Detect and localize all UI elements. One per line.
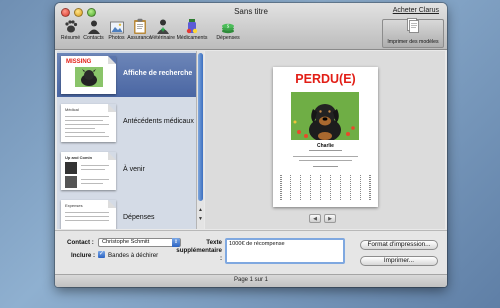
buy-link[interactable]: Acheter Clarus [393,7,439,14]
contact-select[interactable]: Christophe Schmitt ⇕ [98,238,181,247]
contacts-icon [87,17,101,34]
tear-strips-label: Bandes à déchirer [108,252,159,259]
previous-page-icon[interactable]: ◀ [309,214,321,223]
template-list-scrollbar[interactable]: ▲ ▼ [196,51,204,229]
print-format-button[interactable]: Format d'impression... [360,240,438,250]
extra-text-label: Texte supplémentaire : [176,239,222,262]
template-thumbnail: Médical [61,104,116,142]
template-thumbnail: Expenses [61,200,116,229]
print-models-icon [406,18,420,38]
tear-strips-checkbox[interactable]: ✓ [98,251,105,258]
template-list: MISSING Affiche de recherche Médical Ant… [57,51,204,229]
page-navigation: ◀ ▶ [309,214,336,223]
clipboard-icon [133,17,147,34]
print-options-panel: Contact : Christophe Schmitt ⇕ Inclure :… [55,230,447,275]
toolbar-contacts-button[interactable]: Contacts [82,17,105,41]
template-item-upcoming[interactable]: Up and Comin À venir [57,149,196,193]
scroll-down-arrow-icon[interactable]: ▼ [197,216,204,223]
paw-icon [64,17,78,34]
svg-text:$: $ [227,24,230,29]
template-item-medical-history[interactable]: Médical Antécédents médicaux [57,101,196,145]
template-item-expenses[interactable]: Expenses Dépenses [57,197,196,229]
toolbar-summary-button[interactable]: Résumé [59,17,82,41]
next-page-icon[interactable]: ▶ [324,214,336,223]
status-bar: Page 1 sur 1 [55,274,447,287]
template-thumbnail: MISSING [61,56,116,94]
pet-photo [291,92,359,140]
toolbar-veterinarian-button[interactable]: Vétérinaire [150,17,175,41]
include-label: Inclure : [71,252,96,259]
template-item-search-poster[interactable]: MISSING Affiche de recherche [57,53,196,97]
scrollbar-thumb[interactable] [198,53,203,201]
template-thumbnail: Up and Comin [61,152,116,190]
medicine-icon [185,17,199,34]
money-icon: $ [221,17,235,34]
poster-preview-area: PERDU(E) Charlie ◀ ▶ [205,51,445,229]
pet-name: Charlie [317,143,334,149]
contact-label: Contact : [67,239,94,246]
poster-title: PERDU(E) [295,72,356,86]
print-models-button[interactable]: Imprimer des modèles [382,18,444,48]
toolbar-insurance-button[interactable]: Assurance [127,17,152,41]
toolbar-medicine-button[interactable]: Médicaments [174,17,210,41]
extra-text-field[interactable]: 1000€ de récompense [225,238,345,264]
veterinarian-icon [156,17,170,34]
toolbar-photos-button[interactable]: Photos [105,17,128,41]
window-title: Sans titre [234,7,268,16]
dog-photo-thumbnail [75,67,103,87]
photos-icon [109,17,124,34]
page-indicator: Page 1 sur 1 [233,277,269,283]
toolbar: Résumé Contacts Photos Assurance Vétérin… [59,17,246,41]
main-window: Sans titre Acheter Clarus Résumé Contact… [55,3,447,287]
title-bar: Sans titre Acheter Clarus Résumé Contact… [55,3,447,50]
print-button[interactable]: Imprimer... [360,256,438,266]
scroll-up-arrow-icon[interactable]: ▲ [197,207,204,214]
tear-off-strips [280,175,371,201]
poster-page: PERDU(E) Charlie [273,67,378,207]
toolbar-expenses-button[interactable]: $ Dépenses [210,17,246,42]
